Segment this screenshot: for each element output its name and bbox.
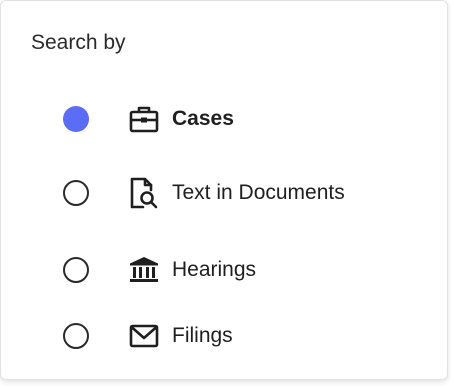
radio-hearings[interactable] bbox=[63, 257, 89, 283]
option-label-cases: Cases bbox=[172, 107, 234, 130]
envelope-icon bbox=[129, 321, 159, 351]
option-text-in-documents[interactable]: Text in Documents bbox=[63, 169, 443, 217]
radio-text-in-documents[interactable] bbox=[63, 180, 89, 206]
option-label-filings: Filings bbox=[172, 324, 233, 347]
document-search-icon bbox=[129, 177, 159, 209]
option-cases[interactable]: Cases bbox=[63, 95, 443, 143]
radio-filings[interactable] bbox=[63, 323, 89, 349]
option-label-hearings: Hearings bbox=[172, 258, 257, 281]
option-hearings[interactable]: Hearings bbox=[63, 246, 443, 294]
courthouse-icon bbox=[129, 255, 159, 285]
option-filings[interactable]: Filings bbox=[63, 312, 443, 360]
briefcase-icon bbox=[129, 104, 159, 134]
radio-cases-selected[interactable] bbox=[63, 106, 89, 132]
panel-title: Search by bbox=[31, 31, 126, 54]
option-label-text-in-documents: Text in Documents bbox=[172, 181, 345, 204]
search-by-panel: Search by Cases Text in Documents Hearin… bbox=[0, 0, 448, 380]
